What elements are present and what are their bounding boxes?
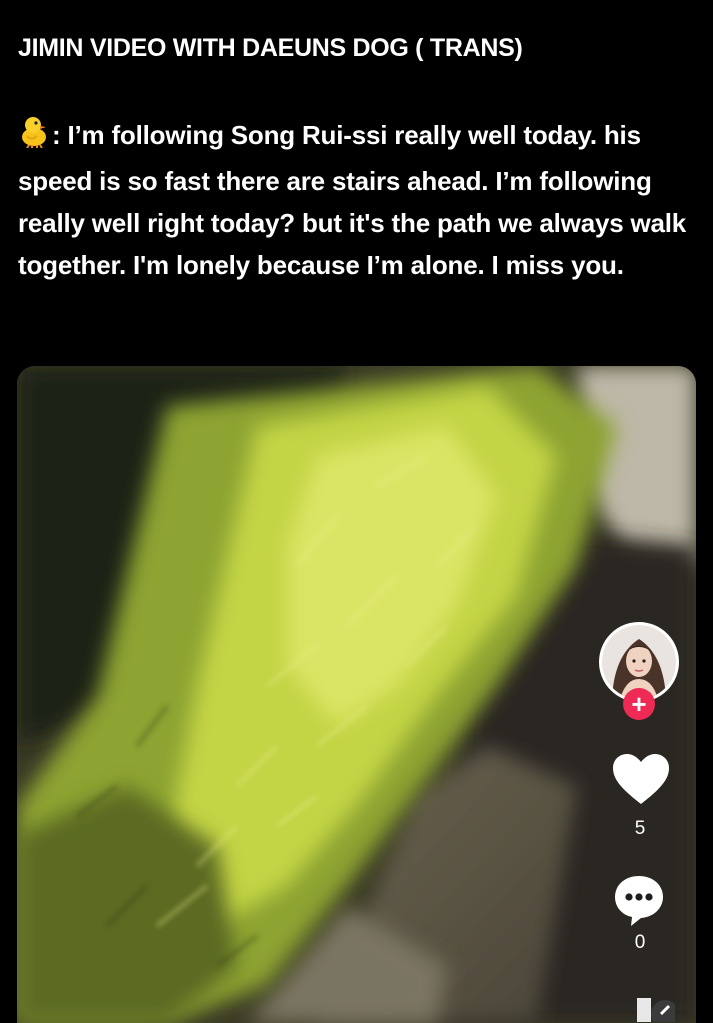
share-icon[interactable] [637, 984, 679, 1023]
comment-count: 0 [634, 932, 646, 953]
video-player[interactable]: + 5 0 [17, 366, 696, 1023]
post-body-text: : I’m following Song Rui-ssi really well… [18, 120, 687, 280]
follow-button[interactable]: + [623, 688, 655, 720]
post-body: : I’m following Song Rui-ssi really well… [18, 114, 698, 286]
heart-icon[interactable] [611, 752, 671, 808]
action-rail: + 5 0 [597, 622, 683, 1023]
like-count: 5 [634, 818, 646, 839]
post-page: JIMIN VIDEO WITH DAEUNS DOG ( TRANS) : I… [0, 0, 713, 1023]
post-title: JIMIN VIDEO WITH DAEUNS DOG ( TRANS) [18, 34, 523, 62]
baby-chick-icon [18, 114, 50, 160]
video-frame [17, 366, 696, 1023]
comment-bubble-icon[interactable] [611, 872, 667, 928]
